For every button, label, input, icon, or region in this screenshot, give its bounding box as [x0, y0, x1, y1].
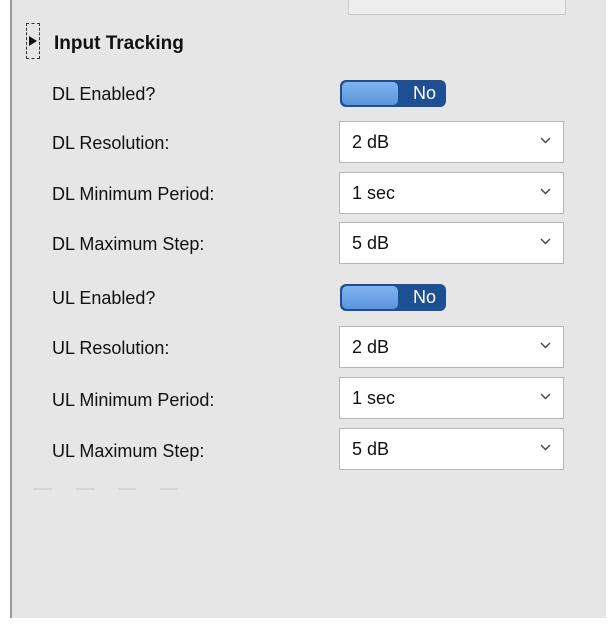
ul-max-step-select[interactable]: 5 dB [339, 428, 564, 470]
select-value: 5 dB [352, 439, 390, 459]
select-value: 1 sec [352, 183, 396, 203]
toggle-knob [342, 286, 398, 309]
dl-enabled-label: DL Enabled? [52, 84, 156, 104]
expander-triangle-icon[interactable] [26, 23, 40, 59]
ul-min-period-label: UL Minimum Period: [52, 390, 215, 410]
select-value: 2 dB [352, 337, 390, 357]
dl-min-period-label: DL Minimum Period: [52, 184, 215, 204]
chevron-down-icon [540, 342, 551, 349]
dl-resolution-label: DL Resolution: [52, 133, 170, 153]
select-value: 1 sec [352, 388, 396, 408]
toggle-text: No [412, 287, 436, 307]
chevron-down-icon [540, 238, 551, 245]
dl-min-period-select[interactable]: 1 sec [339, 172, 564, 214]
dl-max-step-label: DL Maximum Step: [52, 234, 205, 254]
ul-enabled-toggle[interactable]: No [340, 284, 446, 311]
ul-resolution-label: UL Resolution: [52, 338, 170, 358]
faint-divider [34, 488, 194, 490]
toggle-knob [342, 82, 398, 105]
select-value: 5 dB [352, 233, 390, 253]
settings-panel: Input Tracking DL Enabled? No DL Resolut… [10, 0, 606, 618]
chevron-down-icon [540, 188, 551, 195]
ul-min-period-select[interactable]: 1 sec [339, 377, 564, 419]
dl-max-step-select[interactable]: 5 dB [339, 222, 564, 264]
window-edge [606, 560, 612, 618]
ul-max-step-label: UL Maximum Step: [52, 441, 205, 461]
ul-enabled-label: UL Enabled? [52, 288, 156, 308]
dl-enabled-toggle[interactable]: No [340, 80, 446, 107]
section-header[interactable]: Input Tracking [26, 23, 184, 60]
dl-resolution-select[interactable]: 2 dB [339, 121, 564, 163]
toggle-text: No [412, 83, 436, 103]
previous-field-edge [348, 0, 566, 15]
section-title: Input Tracking [54, 33, 184, 54]
chevron-down-icon [540, 137, 551, 144]
ul-resolution-select[interactable]: 2 dB [339, 326, 564, 368]
select-value: 2 dB [352, 132, 390, 152]
chevron-down-icon [540, 444, 551, 451]
chevron-down-icon [540, 393, 551, 400]
